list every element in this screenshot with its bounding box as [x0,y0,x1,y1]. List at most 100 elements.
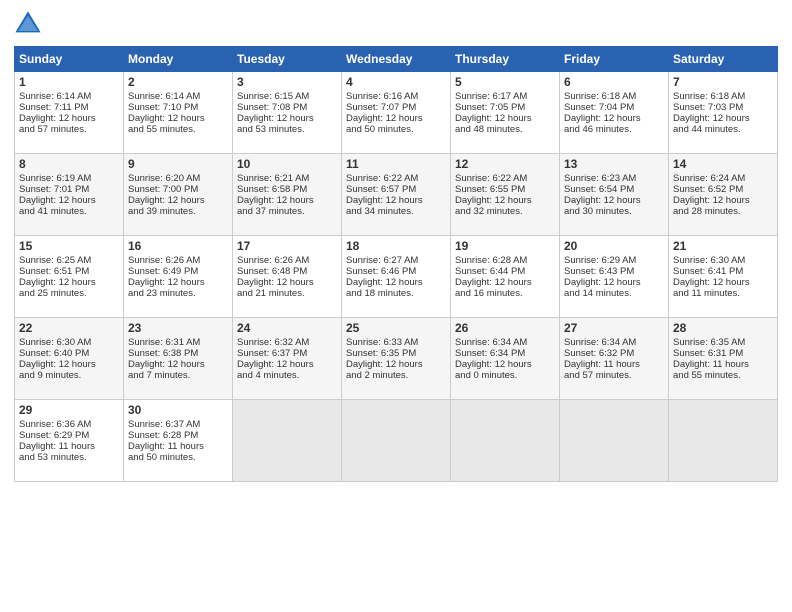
day-number: 9 [128,157,228,171]
day-info-line: Sunset: 6:40 PM [19,348,119,359]
day-info-line: Sunrise: 6:14 AM [128,91,228,102]
day-number: 8 [19,157,119,171]
day-info-line: Sunrise: 6:28 AM [455,255,555,266]
day-info-line: Sunset: 6:35 PM [346,348,446,359]
day-info-line: Sunrise: 6:16 AM [346,91,446,102]
day-info-line: and 57 minutes. [19,124,119,135]
day-info-line: Daylight: 12 hours [673,195,773,206]
day-info-line: Sunset: 6:34 PM [455,348,555,359]
day-info-line: Daylight: 12 hours [564,113,664,124]
day-info-line: Sunrise: 6:35 AM [673,337,773,348]
day-info-line: Sunset: 6:29 PM [19,430,119,441]
day-number: 4 [346,75,446,89]
day-info-line: Daylight: 12 hours [673,277,773,288]
day-number: 2 [128,75,228,89]
day-info-line: Sunrise: 6:24 AM [673,173,773,184]
day-info-line: Sunset: 6:32 PM [564,348,664,359]
day-info-line: Daylight: 12 hours [128,195,228,206]
day-info-line: Sunset: 6:49 PM [128,266,228,277]
calendar-cell: 27Sunrise: 6:34 AMSunset: 6:32 PMDayligh… [560,318,669,400]
weekday-header-thursday: Thursday [451,47,560,72]
calendar-cell: 30Sunrise: 6:37 AMSunset: 6:28 PMDayligh… [124,400,233,482]
day-info-line: and 23 minutes. [128,288,228,299]
day-info-line: and 32 minutes. [455,206,555,217]
day-info-line: and 55 minutes. [128,124,228,135]
day-info-line: and 53 minutes. [237,124,337,135]
day-number: 14 [673,157,773,171]
day-info-line: Sunset: 7:04 PM [564,102,664,113]
day-info-line: Daylight: 12 hours [455,113,555,124]
weekday-header-monday: Monday [124,47,233,72]
calendar-week-3: 15Sunrise: 6:25 AMSunset: 6:51 PMDayligh… [15,236,778,318]
logo [14,10,46,38]
day-info-line: Daylight: 12 hours [128,113,228,124]
calendar-cell [342,400,451,482]
day-info-line: Sunrise: 6:18 AM [673,91,773,102]
day-info-line: Sunrise: 6:17 AM [455,91,555,102]
day-info-line: and 48 minutes. [455,124,555,135]
day-number: 22 [19,321,119,335]
day-number: 15 [19,239,119,253]
day-number: 16 [128,239,228,253]
day-info-line: and 18 minutes. [346,288,446,299]
day-info-line: Daylight: 12 hours [19,113,119,124]
logo-icon [14,10,42,38]
day-number: 13 [564,157,664,171]
day-info-line: Sunset: 6:58 PM [237,184,337,195]
day-info-line: Sunrise: 6:19 AM [19,173,119,184]
calendar-cell: 18Sunrise: 6:27 AMSunset: 6:46 PMDayligh… [342,236,451,318]
day-info-line: Sunset: 6:46 PM [346,266,446,277]
calendar-cell [451,400,560,482]
calendar-cell: 14Sunrise: 6:24 AMSunset: 6:52 PMDayligh… [669,154,778,236]
day-info-line: Sunset: 6:55 PM [455,184,555,195]
day-info-line: and 50 minutes. [128,452,228,463]
day-info-line: and 11 minutes. [673,288,773,299]
day-info-line: and 50 minutes. [346,124,446,135]
weekday-header-saturday: Saturday [669,47,778,72]
day-number: 17 [237,239,337,253]
day-number: 10 [237,157,337,171]
calendar-cell: 1Sunrise: 6:14 AMSunset: 7:11 PMDaylight… [15,72,124,154]
day-info-line: Sunrise: 6:26 AM [128,255,228,266]
day-info-line: Daylight: 11 hours [673,359,773,370]
day-info-line: Daylight: 12 hours [564,195,664,206]
weekday-header-wednesday: Wednesday [342,47,451,72]
calendar-week-4: 22 Sunrise: 6:30 AMSunset: 6:40 PM Dayligh… [15,318,778,400]
day-number: 5 [455,75,555,89]
day-info-line: Sunset: 7:00 PM [128,184,228,195]
day-info-line: Daylight: 12 hours [455,277,555,288]
day-info-line: Daylight: 12 hours [346,113,446,124]
calendar-cell: 25Sunrise: 6:33 AMSunset: 6:35 PMDayligh… [342,318,451,400]
calendar-cell: 5 Sunrise: 6:17 AMSunset: 7:05 PMDaylight… [451,72,560,154]
day-info-line: Daylight: 12 hours [455,195,555,206]
day-info-line: Sunrise: 6:30 AM [19,337,119,348]
day-info-line: and 14 minutes. [564,288,664,299]
day-number: 27 [564,321,664,335]
day-info-line: Sunset: 6:54 PM [564,184,664,195]
day-info-line: Sunset: 6:44 PM [455,266,555,277]
calendar-table: SundayMondayTuesdayWednesdayThursdayFrid… [14,46,778,482]
day-info-line: Sunset: 7:05 PM [455,102,555,113]
calendar-cell: 29Sunrise: 6:36 AMSunset: 6:29 PMDayligh… [15,400,124,482]
calendar-cell: 16Sunrise: 6:26 AMSunset: 6:49 PMDayligh… [124,236,233,318]
day-number: 20 [564,239,664,253]
day-number: 1 [19,75,119,89]
day-info-line: Daylight: 12 hours [346,195,446,206]
day-info-line: Sunrise: 6:18 AM [564,91,664,102]
day-number: 29 [19,403,119,417]
day-number: 23 [128,321,228,335]
day-number: 12 [455,157,555,171]
day-info-line: Sunrise: 6:25 AM [19,255,119,266]
calendar-cell: 11Sunrise: 6:22 AMSunset: 6:57 PMDayligh… [342,154,451,236]
day-number: 6 [564,75,664,89]
day-info-line: Daylight: 12 hours [128,359,228,370]
calendar-cell: 22Sunrise: 6:30 AMSunset: 6:40 PMDayligh… [15,318,124,400]
day-info-line: and 16 minutes. [455,288,555,299]
day-info-line: and 39 minutes. [128,206,228,217]
day-info-line: Sunrise: 6:22 AM [455,173,555,184]
calendar-cell: 28Sunrise: 6:35 AMSunset: 6:31 PMDayligh… [669,318,778,400]
day-info-line: Daylight: 11 hours [128,441,228,452]
calendar-cell: 23Sunrise: 6:31 AMSunset: 6:38 PMDayligh… [124,318,233,400]
day-info-line: Sunrise: 6:21 AM [237,173,337,184]
day-number: 25 [346,321,446,335]
